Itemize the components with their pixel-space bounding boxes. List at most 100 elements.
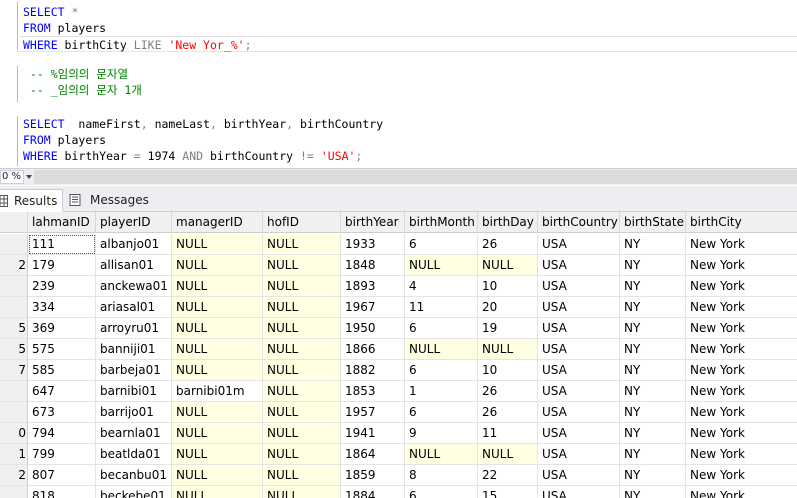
cell-managerid[interactable]: NULL: [172, 276, 263, 297]
column-header-birthmonth[interactable]: birthMonth: [405, 212, 478, 233]
table-row[interactable]: 673 barrijo01 NULL NULL 1957 6 26 USA NY New York: [0, 402, 797, 423]
cell-playerid[interactable]: barrijo01: [96, 402, 172, 423]
row-number[interactable]: [0, 297, 28, 318]
cell-hofid[interactable]: NULL: [263, 255, 341, 276]
cell-lahmanid[interactable]: 673: [28, 402, 96, 423]
code-line[interactable]: -- _임의의 문자 1개: [23, 82, 142, 98]
cell-playerid[interactable]: becanbu01: [96, 465, 172, 486]
cell-birthstate[interactable]: NY: [620, 297, 686, 318]
row-number[interactable]: 5: [0, 318, 28, 339]
cell-birthmonth[interactable]: NULL: [405, 339, 478, 360]
cell-birthyear[interactable]: 1957: [341, 402, 405, 423]
table-row[interactable]: 7 585 barbeja01 NULL NULL 1882 6 10 USA NY New Yor…: [0, 360, 797, 381]
cell-birthmonth[interactable]: 6: [405, 402, 478, 423]
cell-managerid[interactable]: NULL: [172, 360, 263, 381]
cell-birthmonth[interactable]: 11: [405, 297, 478, 318]
cell-lahmanid[interactable]: 111: [28, 234, 96, 255]
cell-lahmanid[interactable]: 369: [28, 318, 96, 339]
cell-birthcity[interactable]: New York: [686, 297, 797, 318]
cell-birthcity[interactable]: New York: [686, 339, 797, 360]
table-row[interactable]: 818 beckebe01 NULL NULL 1884 6 15 USA NY New York: [0, 486, 797, 498]
cell-playerid[interactable]: ariasal01: [96, 297, 172, 318]
cell-birthday[interactable]: 26: [478, 381, 538, 402]
cell-birthstate[interactable]: NY: [620, 276, 686, 297]
row-number[interactable]: 5: [0, 339, 28, 360]
cell-birthcity[interactable]: New York: [686, 402, 797, 423]
code-line[interactable]: SELECT nameFirst, nameLast, birthYear, b…: [23, 116, 383, 132]
column-header-birthcountry[interactable]: birthCountry: [538, 212, 620, 233]
column-header-playerid[interactable]: playerID: [96, 212, 172, 233]
cell-birthcity[interactable]: New York: [686, 255, 797, 276]
column-header-hofid[interactable]: hofID: [263, 212, 341, 233]
cell-birthcity[interactable]: New York: [686, 423, 797, 444]
cell-birthmonth[interactable]: 6: [405, 234, 478, 255]
cell-hofid[interactable]: NULL: [263, 486, 341, 498]
cell-birthmonth[interactable]: 6: [405, 318, 478, 339]
cell-birthyear[interactable]: 1864: [341, 444, 405, 465]
cell-birthday[interactable]: 22: [478, 465, 538, 486]
cell-managerid[interactable]: barnibi01m: [172, 381, 263, 402]
table-row[interactable]: 5 575 banniji01 NULL NULL 1866 NULL NULL USA NY Ne…: [0, 339, 797, 360]
table-row[interactable]: 1 799 beatlda01 NULL NULL 1864 NULL NULL USA NY Ne…: [0, 444, 797, 465]
code-line[interactable]: SELECT *: [23, 4, 78, 20]
column-header-birthcity[interactable]: birthCity: [686, 212, 797, 233]
cell-managerid[interactable]: NULL: [172, 339, 263, 360]
row-number[interactable]: 7: [0, 360, 28, 381]
cell-birthyear[interactable]: 1893: [341, 276, 405, 297]
cell-birthmonth[interactable]: 9: [405, 423, 478, 444]
cell-birthcountry[interactable]: USA: [538, 339, 620, 360]
cell-playerid[interactable]: arroyru01: [96, 318, 172, 339]
cell-birthyear[interactable]: 1884: [341, 486, 405, 498]
table-row[interactable]: 2 179 allisan01 NULL NULL 1848 NULL NULL USA NY Ne…: [0, 255, 797, 276]
cell-birthcity[interactable]: New York: [686, 276, 797, 297]
cell-birthcountry[interactable]: USA: [538, 486, 620, 498]
cell-birthday[interactable]: 15: [478, 486, 538, 498]
cell-birthyear[interactable]: 1848: [341, 255, 405, 276]
cell-birthcountry[interactable]: USA: [538, 360, 620, 381]
row-number[interactable]: [0, 486, 28, 498]
cell-hofid[interactable]: NULL: [263, 402, 341, 423]
cell-managerid[interactable]: NULL: [172, 465, 263, 486]
cell-lahmanid[interactable]: 799: [28, 444, 96, 465]
zoom-level[interactable]: 0 %: [0, 170, 24, 184]
cell-birthyear[interactable]: 1950: [341, 318, 405, 339]
cell-birthcountry[interactable]: USA: [538, 444, 620, 465]
cell-hofid[interactable]: NULL: [263, 318, 341, 339]
cell-managerid[interactable]: NULL: [172, 444, 263, 465]
cell-managerid[interactable]: NULL: [172, 234, 263, 255]
code-line[interactable]: FROM players: [23, 20, 106, 36]
cell-birthmonth[interactable]: NULL: [405, 255, 478, 276]
cell-birthday[interactable]: NULL: [478, 339, 538, 360]
cell-hofid[interactable]: NULL: [263, 297, 341, 318]
cell-birthday[interactable]: 10: [478, 360, 538, 381]
cell-birthstate[interactable]: NY: [620, 486, 686, 498]
row-number[interactable]: 1: [0, 444, 28, 465]
cell-birthday[interactable]: 26: [478, 402, 538, 423]
code-line[interactable]: -- %임의의 문자열: [23, 66, 128, 82]
cell-birthmonth[interactable]: 4: [405, 276, 478, 297]
cell-playerid[interactable]: beatlda01: [96, 444, 172, 465]
row-number[interactable]: [0, 402, 28, 423]
cell-birthmonth[interactable]: 8: [405, 465, 478, 486]
cell-managerid[interactable]: NULL: [172, 486, 263, 498]
cell-lahmanid[interactable]: 239: [28, 276, 96, 297]
cell-playerid[interactable]: bearnla01: [96, 423, 172, 444]
cell-lahmanid[interactable]: 585: [28, 360, 96, 381]
cell-hofid[interactable]: NULL: [263, 444, 341, 465]
cell-birthstate[interactable]: NY: [620, 423, 686, 444]
cell-birthmonth[interactable]: 6: [405, 486, 478, 498]
cell-hofid[interactable]: NULL: [263, 234, 341, 255]
cell-birthcountry[interactable]: USA: [538, 465, 620, 486]
cell-birthyear[interactable]: 1933: [341, 234, 405, 255]
tab-results[interactable]: Results: [0, 189, 63, 212]
cell-birthstate[interactable]: NY: [620, 255, 686, 276]
cell-lahmanid[interactable]: 818: [28, 486, 96, 498]
cell-birthyear[interactable]: 1882: [341, 360, 405, 381]
cell-lahmanid[interactable]: 647: [28, 381, 96, 402]
cell-birthcountry[interactable]: USA: [538, 318, 620, 339]
cell-birthcity[interactable]: New York: [686, 444, 797, 465]
cell-birthday[interactable]: 19: [478, 318, 538, 339]
cell-birthcountry[interactable]: USA: [538, 402, 620, 423]
cell-playerid[interactable]: allisan01: [96, 255, 172, 276]
cell-birthcountry[interactable]: USA: [538, 234, 620, 255]
